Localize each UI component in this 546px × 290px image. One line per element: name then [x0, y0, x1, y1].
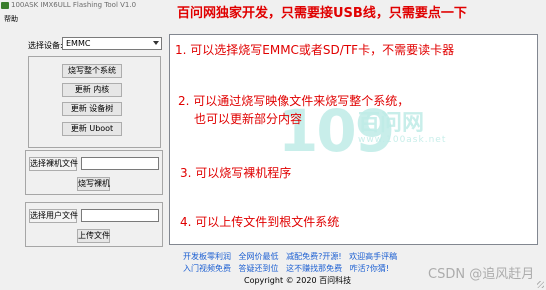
device-select[interactable]: EMMC: [62, 37, 162, 50]
update-uboot-button[interactable]: 更新 Uboot: [62, 122, 122, 136]
info-line-5: 4. 可以上传文件到根文件系统: [180, 215, 340, 229]
update-kernel-button[interactable]: 更新 内核: [62, 83, 122, 97]
upload-file-button[interactable]: 上传文件: [77, 229, 110, 243]
device-label: 选择设备:: [28, 41, 63, 50]
footer-link[interactable]: 欢迎高手评稿: [349, 252, 397, 261]
info-line-3: 也可以更新部分内容: [194, 112, 303, 126]
info-line-1: 1. 可以选择烧写EMMC或者SD/TF卡，不需要读卡器: [175, 43, 455, 57]
copyright-text: Copyright © 2020 百问科技: [244, 276, 352, 285]
flash-all-button[interactable]: 烧写整个系统: [62, 64, 122, 78]
footer-link[interactable]: 入门视频免费: [183, 264, 231, 273]
csdn-watermark: CSDN @追风赶月: [428, 267, 535, 282]
footer-link[interactable]: 开发板零利润: [183, 252, 231, 261]
info-line-2: 2. 可以通过烧写映像文件来烧写整个系统，: [178, 94, 410, 108]
app-icon: [1, 2, 9, 9]
footer-link[interactable]: 答疑还到位: [239, 264, 279, 273]
info-line-4: 3. 可以烧写裸机程序: [180, 166, 292, 180]
device-select-value: EMMC: [66, 39, 91, 48]
chevron-down-icon[interactable]: [153, 41, 159, 45]
footer-link[interactable]: 减配免费?开源!: [286, 252, 341, 261]
footer-row-1: 开发板零利润 全网价最低 减配免费?开源! 欢迎高手评稿: [183, 251, 402, 262]
footer-row-2: 入门视频免费 答疑还到位 这不赚找那免费 咋活?你猜!: [183, 263, 394, 274]
bare-file-input[interactable]: [81, 157, 159, 170]
select-bare-file-button[interactable]: 选择裸机文件: [29, 157, 78, 171]
footer-link[interactable]: 全网价最低: [239, 252, 279, 261]
info-panel[interactable]: 109 百问网 www.100ask.net 1. 可以选择烧写EMMC或者SD…: [169, 34, 538, 245]
window-title: 100ASK IMX6ULL Flashing Tool V1.0: [11, 1, 137, 9]
select-user-file-button[interactable]: 选择用户文件: [29, 209, 78, 223]
resize-grip-icon[interactable]: [537, 281, 544, 288]
update-dtb-button[interactable]: 更新 设备树: [62, 102, 122, 116]
menu-bar: 帮助: [0, 14, 546, 26]
footer-link[interactable]: 这不赚找那免费: [286, 264, 342, 273]
user-file-input[interactable]: [81, 209, 159, 222]
menu-help[interactable]: 帮助: [4, 14, 18, 24]
flash-bare-button[interactable]: 烧写裸机: [77, 177, 110, 191]
footer-link[interactable]: 咋活?你猜!: [350, 264, 389, 273]
